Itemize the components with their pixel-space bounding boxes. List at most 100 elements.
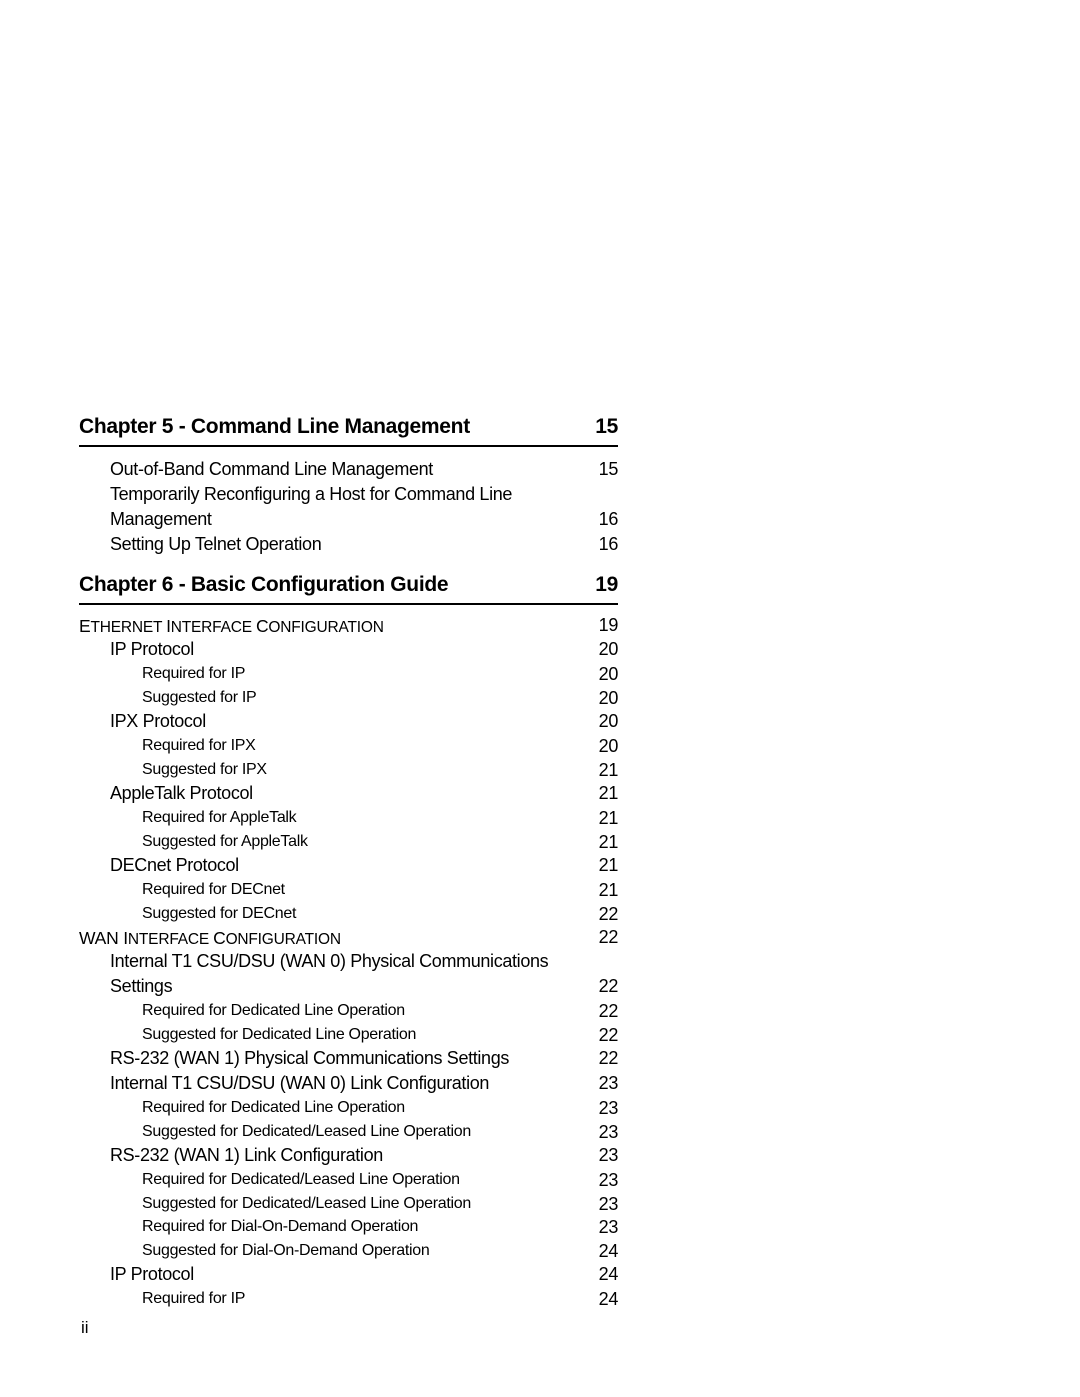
- toc-entry[interactable]: RS-232 (WAN 1) Link Configuration 23: [79, 1144, 618, 1169]
- entry-page: 21: [598, 831, 619, 852]
- toc-entry[interactable]: Required for IP 24: [79, 1288, 618, 1312]
- entry-title: Required for Dedicated Line Operation: [142, 1002, 405, 1019]
- entry-page: 22: [598, 1024, 619, 1045]
- entry-page: 21: [598, 808, 619, 828]
- entry-title: Required for Dial-On-Demand Operation: [142, 1218, 419, 1235]
- toc-entry[interactable]: Required for DECnet 21: [79, 879, 618, 903]
- toc-entry[interactable]: Suggested for Dedicated Line Operation 22: [79, 1024, 618, 1048]
- toc-entry[interactable]: Setting Up Telnet Operation 16: [79, 533, 618, 558]
- entry-page: 22: [598, 976, 619, 996]
- toc-entry[interactable]: Required for Dedicated Line Operation 22: [79, 1000, 618, 1024]
- toc-entry[interactable]: Suggested for Dedicated/Leased Line Oper…: [79, 1193, 618, 1217]
- toc-entry[interactable]: Suggested for Dial-On-Demand Operation 24: [79, 1240, 618, 1264]
- entry-page: 24: [598, 1289, 619, 1309]
- page-number: ii: [81, 1318, 89, 1337]
- entry-title: Management: [110, 509, 212, 529]
- entry-page: 20: [598, 639, 619, 659]
- toc-entry[interactable]: Required for Dedicated Line Operation 23: [79, 1097, 618, 1121]
- toc-entry[interactable]: Suggested for AppleTalk 21: [79, 831, 618, 855]
- toc-entry[interactable]: Required for IP 20: [79, 663, 618, 687]
- toc-entry[interactable]: IP Protocol 24: [79, 1263, 618, 1288]
- toc-entry-line1[interactable]: Temporarily Reconfiguring a Host for Com…: [79, 483, 618, 508]
- entry-page: 16: [598, 534, 619, 554]
- toc-entry[interactable]: Suggested for IP 20: [79, 687, 618, 711]
- chapter-6-heading[interactable]: Chapter 6 - Basic Configuration Guide 19: [79, 570, 618, 605]
- entry-title: Setting Up Telnet Operation: [110, 534, 322, 554]
- entry-page: 23: [598, 1145, 619, 1165]
- toc-entry-line1[interactable]: Internal T1 CSU/DSU (WAN 0) Physical Com…: [79, 950, 618, 975]
- entry-title: Suggested for IPX: [142, 760, 267, 778]
- entry-page: 21: [598, 880, 619, 900]
- chapter-title: Chapter 5 - Command Line Management: [79, 415, 470, 438]
- entry-page: 23: [598, 1098, 619, 1118]
- toc-entry[interactable]: DECnet Protocol 21: [79, 854, 618, 879]
- entry-title: IPX Protocol: [110, 711, 206, 731]
- entry-page: 23: [598, 1193, 619, 1214]
- entry-title: Suggested for DECnet: [142, 904, 297, 922]
- toc-entry[interactable]: IP Protocol 20: [79, 638, 618, 663]
- entry-page: 22: [598, 1048, 619, 1068]
- toc-entry[interactable]: Required for AppleTalk 21: [79, 807, 618, 831]
- entry-title: Required for IP: [142, 665, 246, 682]
- toc-entry-line2[interactable]: Management 16: [79, 508, 618, 533]
- entry-page: 21: [598, 783, 619, 803]
- entry-title: RS-232 (WAN 1) Link Configuration: [110, 1145, 383, 1165]
- toc-entry[interactable]: Out-of-Band Command Line Management 15: [79, 458, 618, 483]
- toc-entry[interactable]: Suggested for DECnet 22: [79, 903, 618, 927]
- entry-page: 20: [598, 664, 619, 684]
- toc-entry[interactable]: AppleTalk Protocol 21: [79, 782, 618, 807]
- chapter-page: 15: [595, 415, 618, 438]
- entry-title: Required for AppleTalk: [142, 809, 297, 826]
- toc-entry[interactable]: RS-232 (WAN 1) Physical Communications S…: [79, 1047, 618, 1072]
- entry-title: Suggested for AppleTalk: [142, 832, 308, 850]
- entry-title: Suggested for Dial-On-Demand Operation: [142, 1241, 430, 1259]
- entry-page: 21: [598, 855, 619, 875]
- entry-title: IP Protocol: [110, 639, 194, 659]
- entry-title: Required for IPX: [142, 737, 256, 754]
- toc-entry[interactable]: Suggested for Dedicated/Leased Line Oper…: [79, 1121, 618, 1145]
- chapter-5-heading[interactable]: Chapter 5 - Command Line Management 15: [79, 412, 618, 447]
- entry-page: 24: [598, 1264, 619, 1284]
- entry-page: 23: [598, 1121, 619, 1142]
- toc-entry[interactable]: Required for IPX 20: [79, 735, 618, 759]
- section-title: ETHERNET INTERFACE CONFIGURATION: [79, 616, 384, 636]
- entry-page: 16: [598, 509, 619, 529]
- table-of-contents: Chapter 5 - Command Line Management 15 O…: [79, 412, 618, 1312]
- entry-title: Out-of-Band Command Line Management: [110, 459, 433, 479]
- entry-page: 22: [598, 1001, 619, 1021]
- toc-entry[interactable]: IPX Protocol 20: [79, 710, 618, 735]
- section-wan-interface-configuration[interactable]: WAN INTERFACE CONFIGURATION 22: [79, 926, 618, 950]
- toc-entry[interactable]: Required for Dedicated/Leased Line Opera…: [79, 1169, 618, 1193]
- section-title: WAN INTERFACE CONFIGURATION: [79, 928, 341, 948]
- toc-entry[interactable]: Required for Dial-On-Demand Operation 23: [79, 1216, 618, 1240]
- entry-title: RS-232 (WAN 1) Physical Communications S…: [110, 1048, 510, 1068]
- entry-title: Suggested for Dedicated Line Operation: [142, 1025, 417, 1043]
- toc-entry[interactable]: Internal T1 CSU/DSU (WAN 0) Link Configu…: [79, 1072, 618, 1097]
- entry-page: 23: [598, 1073, 619, 1093]
- entry-page: 15: [598, 459, 619, 479]
- entry-page: 20: [598, 736, 619, 756]
- entry-page: 20: [598, 711, 619, 731]
- toc-entry-line2[interactable]: Settings 22: [79, 975, 618, 1000]
- entry-title: DECnet Protocol: [110, 855, 239, 875]
- entry-title: Internal T1 CSU/DSU (WAN 0) Link Configu…: [110, 1073, 490, 1093]
- entry-title: Required for DECnet: [142, 881, 285, 898]
- entry-title: Temporarily Reconfiguring a Host for Com…: [110, 484, 513, 504]
- entry-page: 24: [598, 1240, 619, 1261]
- entry-title: Suggested for Dedicated/Leased Line Oper…: [142, 1194, 471, 1212]
- entry-page: 21: [598, 759, 619, 780]
- section-ethernet-interface-configuration[interactable]: ETHERNET INTERFACE CONFIGURATION 19: [79, 614, 618, 638]
- entry-page: 23: [598, 1170, 619, 1190]
- entry-title: Required for IP: [142, 1290, 246, 1307]
- entry-title: Suggested for IP: [142, 688, 257, 706]
- toc-entry[interactable]: Suggested for IPX 21: [79, 759, 618, 783]
- entry-title: IP Protocol: [110, 1264, 194, 1284]
- entry-title: Required for Dedicated/Leased Line Opera…: [142, 1171, 460, 1188]
- entry-title: Required for Dedicated Line Operation: [142, 1099, 405, 1116]
- section-page: 22: [598, 927, 619, 947]
- entry-page: 23: [598, 1217, 619, 1237]
- section-page: 19: [598, 615, 619, 635]
- entry-title: Suggested for Dedicated/Leased Line Oper…: [142, 1122, 471, 1140]
- entry-title: Internal T1 CSU/DSU (WAN 0) Physical Com…: [110, 951, 549, 971]
- chapter-page: 19: [595, 573, 618, 596]
